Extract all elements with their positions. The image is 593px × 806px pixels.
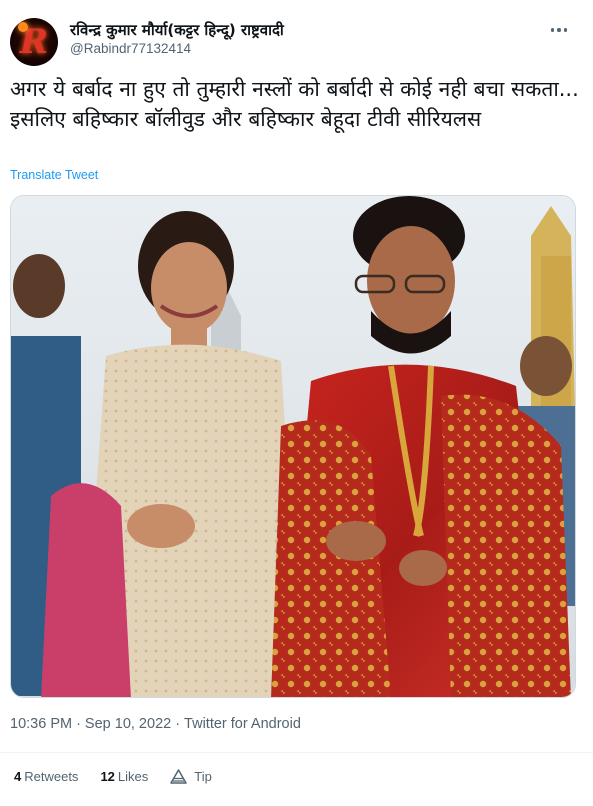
- author-handle[interactable]: @Rabindr77132414: [70, 41, 191, 56]
- translate-tweet-link[interactable]: Translate Tweet: [10, 168, 98, 182]
- tweet-photo[interactable]: [10, 195, 576, 698]
- meta-separator: ·: [175, 716, 181, 732]
- retweets-stat[interactable]: 4 Retweets: [14, 769, 78, 784]
- tip-label: Tip: [194, 769, 212, 784]
- avatar[interactable]: R: [10, 18, 58, 66]
- likes-label: Likes: [117, 769, 149, 784]
- tweet-source[interactable]: Twitter for Android: [184, 716, 301, 732]
- tweet-text: अगर ये बर्बाद ना हुए तो तुम्हारी नस्लों …: [10, 77, 586, 131]
- more-options-button[interactable]: [547, 18, 571, 42]
- tweet-date[interactable]: Sep 10, 2022: [85, 716, 171, 732]
- meta-separator: ·: [76, 716, 81, 732]
- tweet-stats: 4 Retweets 12 Likes Tip: [14, 769, 212, 784]
- tweet-time[interactable]: 10:36 PM: [10, 716, 72, 732]
- author-display-name[interactable]: रविन्द्र कुमार मौर्या(कट्टर हिन्दू) राष्…: [70, 20, 284, 40]
- retweets-label: Retweets: [24, 769, 79, 784]
- more-dot-icon: [563, 28, 568, 32]
- tip-button[interactable]: Tip: [170, 769, 212, 784]
- retweets-count: 4: [14, 769, 22, 784]
- likes-count: 12: [100, 769, 115, 784]
- more-dot-icon: [557, 28, 561, 32]
- tweet-photo-illustration: [11, 196, 575, 697]
- tweet-meta: 10:36 PM · Sep 10, 2022 · Twitter for Androi…: [10, 716, 301, 732]
- likes-stat[interactable]: 12 Likes: [100, 769, 148, 784]
- tip-icon: [170, 769, 188, 784]
- more-dot-icon: [550, 28, 555, 32]
- avatar-flame-decoration: [18, 22, 28, 32]
- divider: [0, 752, 593, 753]
